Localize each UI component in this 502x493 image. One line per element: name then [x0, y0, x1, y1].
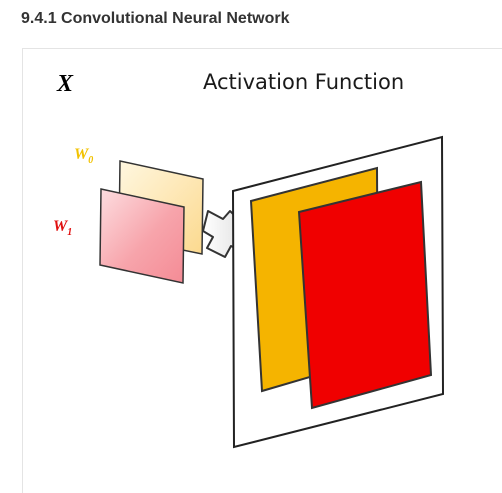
slide-figure: X Activation Function W0 W1 — [22, 48, 502, 493]
input-symbol-x: X — [56, 71, 74, 97]
activation-diagram: X Activation Function W0 W1 — [53, 70, 445, 449]
section-title: 9.4.1 Convolutional Neural Network — [21, 10, 290, 27]
weight-w0-subscript: 0 — [88, 155, 93, 166]
feature-map-1 — [297, 180, 433, 410]
weight-w0-label: W0 — [74, 146, 93, 166]
weight-w1-label: W1 — [53, 218, 72, 238]
weight-w1-subscript: 1 — [67, 227, 72, 238]
slide-title: Activation Function — [203, 70, 404, 94]
